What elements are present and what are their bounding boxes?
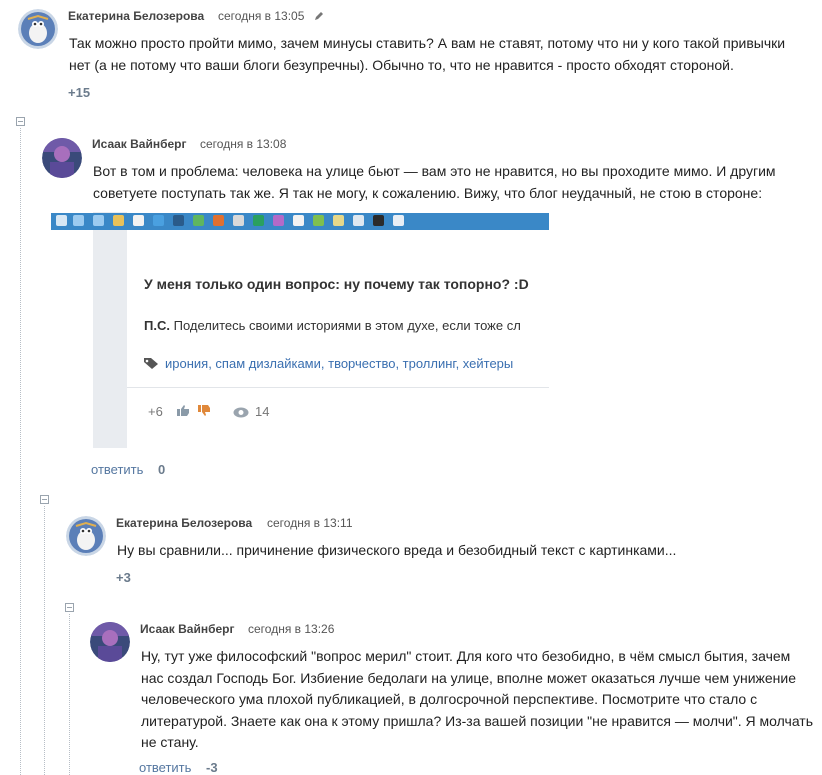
comment-author[interactable]: Исаак Вайнберг [92, 137, 187, 151]
comment-score: +15 [68, 85, 91, 100]
comment-author[interactable]: Екатерина Белозерова [68, 9, 204, 23]
taskbar-icon [313, 215, 324, 226]
comment-line: нас создал Господь Бог. Избиение бедолаг… [141, 669, 797, 686]
comment-text: Так можно просто пройти мимо, зачем мину… [69, 33, 809, 76]
taskbar-icon [113, 215, 124, 226]
collapse-icon[interactable] [65, 603, 74, 612]
comment-line: нет (а не потому что ваши блоги безупреч… [69, 56, 734, 73]
comment-line: не стану. [141, 734, 199, 750]
comment-line: Ну, тут уже философский "вопрос мерил" с… [141, 648, 791, 664]
pencil-icon[interactable] [313, 9, 325, 21]
screenshot-tags: ирония, спам дизлайками, творчество, тро… [165, 356, 514, 371]
screenshot-taskbar [51, 213, 549, 230]
reply-link[interactable]: ответить [139, 760, 191, 775]
screenshot-ps: П.С. Поделитесь своими историями в этом … [144, 318, 549, 333]
screenshot-sidebar [93, 212, 127, 448]
comment-time[interactable]: сегодня в 13:11 [267, 516, 353, 530]
reply-link[interactable]: ответить [91, 462, 143, 477]
taskbar-icon [56, 215, 67, 226]
ps-text: Поделитесь своими историями в этом духе,… [173, 318, 521, 333]
thread-line [44, 506, 45, 775]
comment-line: человеческого ума плохой публикацией, в … [141, 691, 758, 707]
taskbar-icon [213, 215, 224, 226]
comment-score: -3 [206, 760, 218, 775]
collapse-icon[interactable] [40, 495, 49, 504]
tag-icon [143, 357, 159, 370]
comment-text: Ну вы сравнили... причинение физического… [117, 540, 807, 562]
avatar-katerina[interactable] [66, 516, 106, 556]
thumbs-up-icon [176, 404, 190, 417]
taskbar-icon [173, 215, 184, 226]
comment-time[interactable]: сегодня в 13:08 [200, 137, 286, 151]
comment-text: Вот в том и проблема: человека на улице … [93, 161, 813, 204]
taskbar-icon [93, 215, 104, 226]
comment-line: Вот в том и проблема: человека на улице … [93, 163, 776, 179]
comment-text: Ну, тут уже философский "вопрос мерил" с… [141, 646, 819, 754]
comment-line: советуете поступать так же. Я так не мог… [93, 184, 763, 201]
ps-label: П.С. [144, 318, 170, 333]
eye-icon [233, 405, 249, 418]
taskbar-icon [293, 215, 304, 226]
avatar-isaak[interactable] [42, 138, 82, 178]
taskbar-icon [373, 215, 384, 226]
comment-author[interactable]: Екатерина Белозерова [116, 516, 252, 530]
comment-line: Ну вы сравнили... причинение физического… [117, 542, 677, 558]
thumbs-down-icon [197, 404, 211, 417]
screenshot-views: 14 [255, 404, 270, 419]
taskbar-icon [253, 215, 264, 226]
taskbar-icon [133, 215, 144, 226]
thread-line [69, 614, 70, 775]
collapse-icon[interactable] [16, 117, 25, 126]
taskbar-icon [153, 215, 164, 226]
taskbar-icon [233, 215, 244, 226]
screenshot-divider [127, 387, 549, 388]
taskbar-icon [353, 215, 364, 226]
comment-line: литературой. Знаете как она к этому приш… [141, 712, 813, 729]
avatar-isaak[interactable] [90, 622, 130, 662]
screenshot-votes: +6 [148, 404, 163, 419]
screenshot-question: У меня только один вопрос: ну почему так… [144, 276, 529, 292]
comment-time[interactable]: сегодня в 13:26 [248, 622, 334, 636]
comment-score: 0 [158, 462, 166, 477]
taskbar-icon [273, 215, 284, 226]
comment-score: +3 [116, 570, 131, 585]
thread-line [20, 128, 21, 775]
taskbar-icon [193, 215, 204, 226]
comment-time[interactable]: сегодня в 13:05 [218, 9, 304, 23]
avatar-katerina[interactable] [18, 9, 58, 49]
comment-author[interactable]: Исаак Вайнберг [140, 622, 235, 636]
taskbar-icon [393, 215, 404, 226]
taskbar-icon [333, 215, 344, 226]
taskbar-icon [73, 215, 84, 226]
comment-line: Так можно просто пройти мимо, зачем мину… [69, 35, 786, 51]
